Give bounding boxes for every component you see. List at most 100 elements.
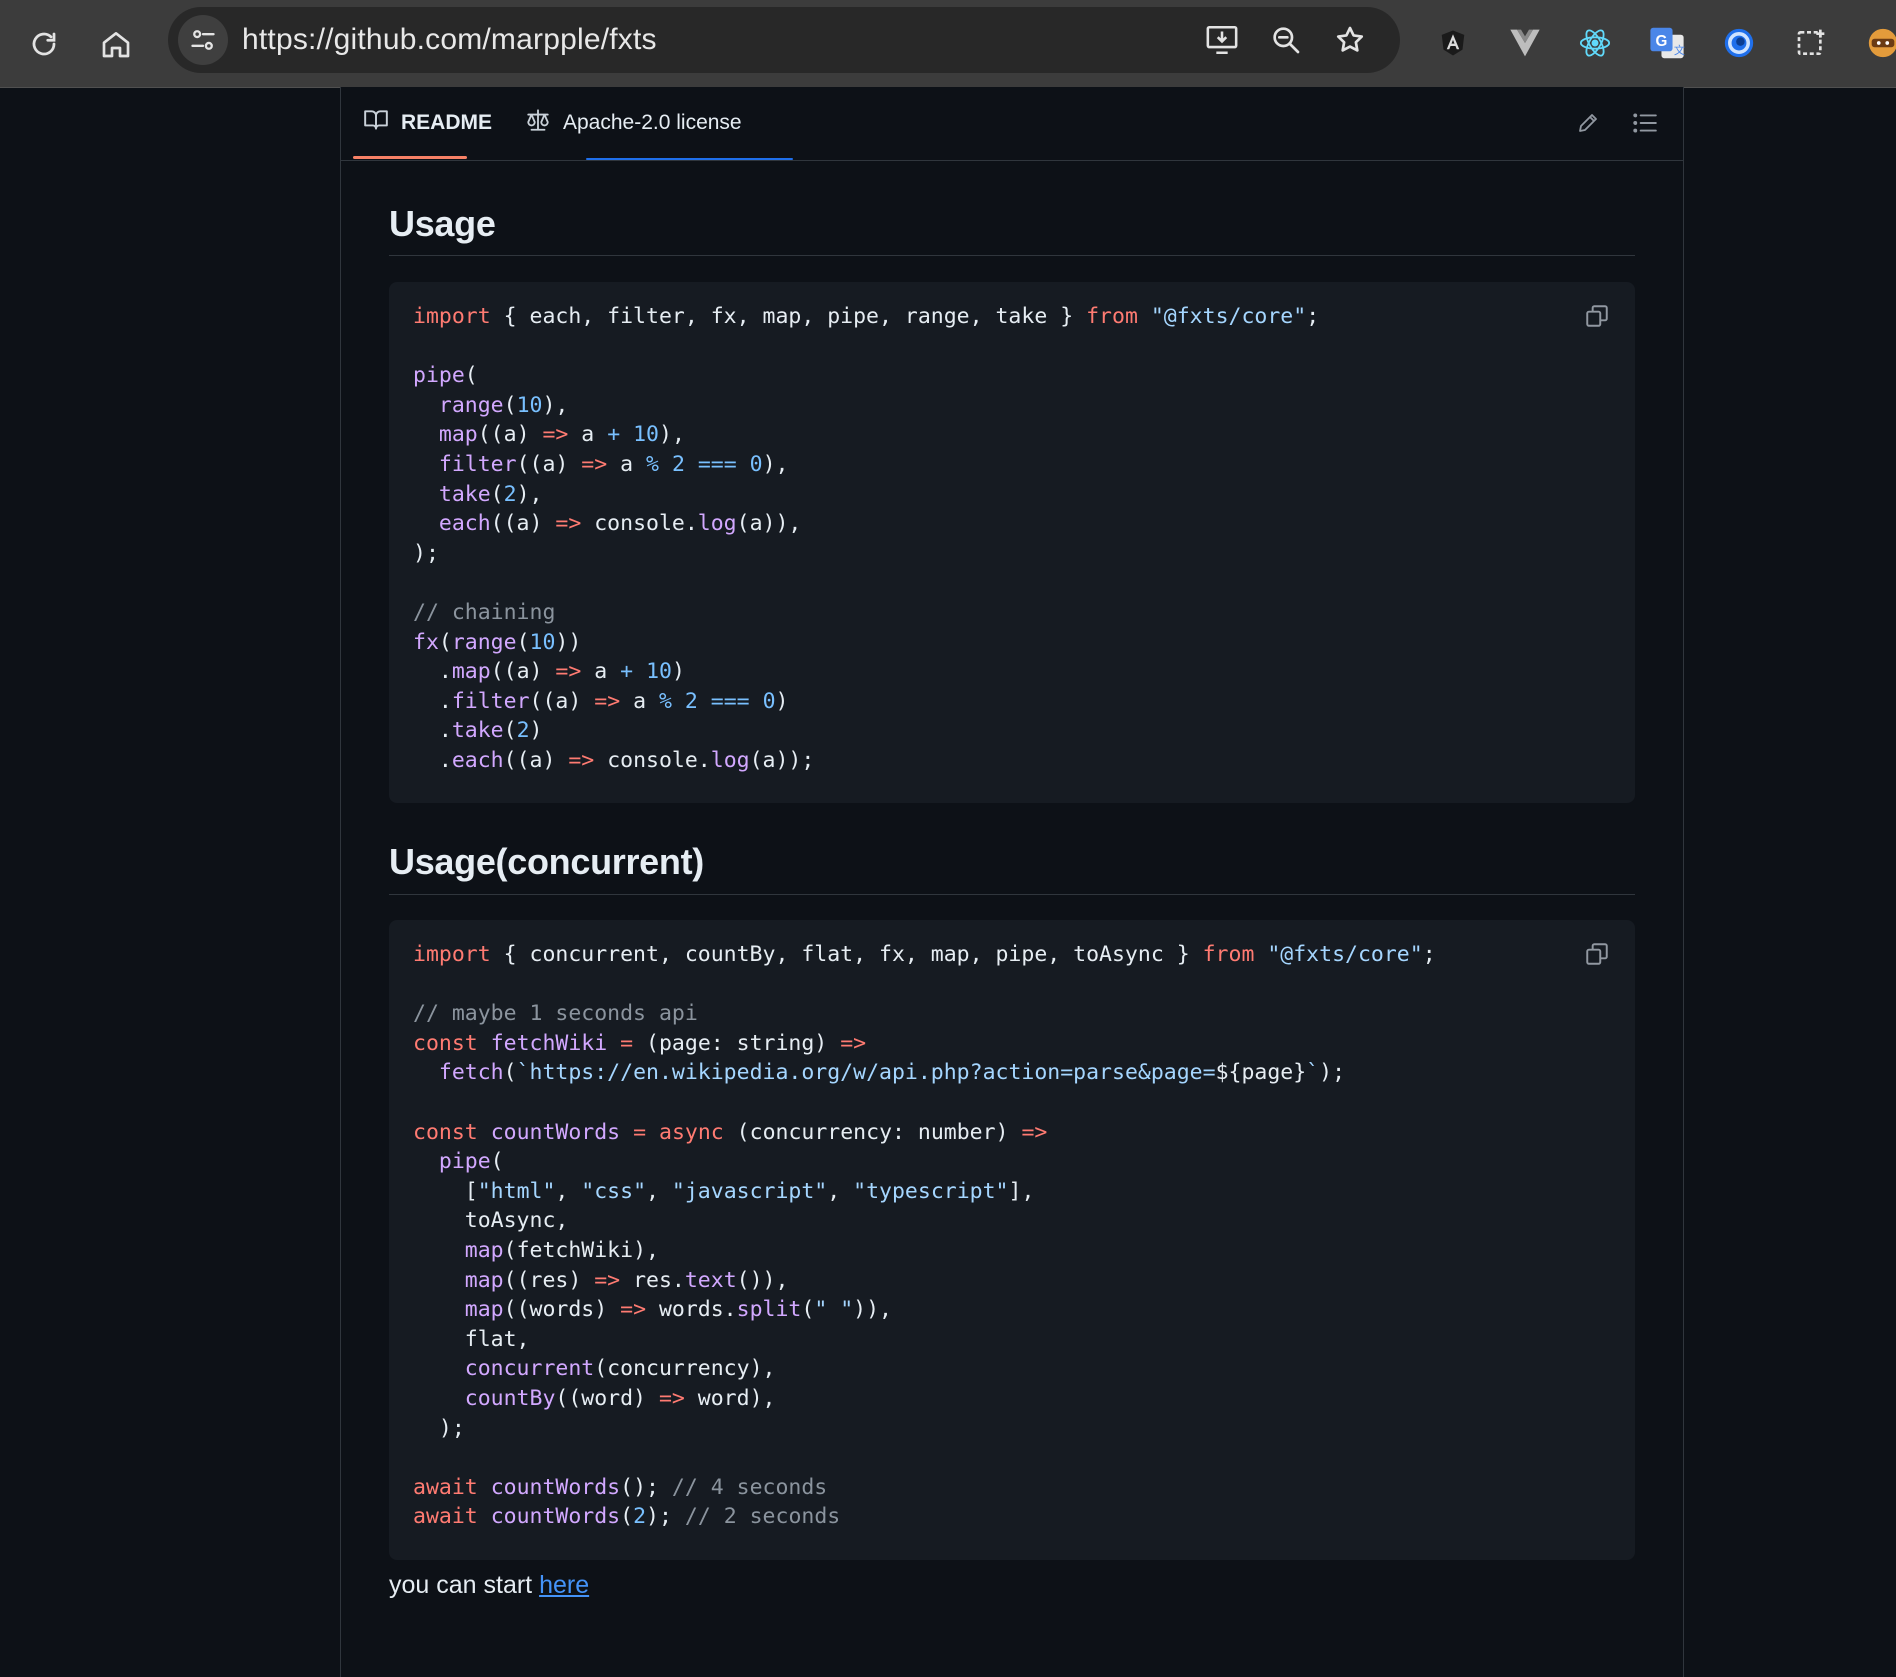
edit-pencil-icon[interactable]: [1568, 103, 1608, 143]
plain-token: (a)),: [736, 511, 802, 537]
plain-token: console.: [594, 747, 711, 773]
code-line: map((a) => a + 10),: [413, 420, 1319, 450]
keyword-token: =>: [594, 1267, 621, 1293]
plain-token: (: [464, 363, 478, 389]
function-token: countWords: [490, 1119, 621, 1145]
function-token: each: [438, 511, 491, 537]
plain-token: ,: [555, 1178, 582, 1204]
copy-code-icon[interactable]: [1579, 298, 1615, 334]
extension-avatar-icon[interactable]: [1860, 20, 1896, 66]
url-text[interactable]: https://github.com/marpple/fxts: [242, 7, 657, 73]
hover-tab-indicator: [586, 158, 793, 160]
extension-globe-icon[interactable]: [1716, 20, 1762, 66]
svg-text:G: G: [1656, 33, 1668, 50]
plain-token: );: [413, 540, 439, 566]
function-token: fx: [413, 629, 439, 655]
code-line: // maybe 1 seconds api: [413, 999, 1436, 1029]
tab-license[interactable]: Apache-2.0 license: [525, 87, 742, 159]
code-line: concurrent(concurrency),: [413, 1354, 1436, 1384]
number-token: 2: [633, 1504, 647, 1530]
plain-token: a: [607, 451, 647, 477]
number-token: 10: [646, 659, 672, 685]
zoom-icon[interactable]: [1262, 16, 1310, 64]
keyword-token: async: [659, 1119, 724, 1145]
site-settings-icon[interactable]: [178, 15, 228, 65]
string-token: `https://en.wikipedia.org/w/api.php?acti…: [516, 1060, 1216, 1086]
string-token: "typescript": [853, 1178, 1009, 1204]
tab-license-label: Apache-2.0 license: [563, 111, 742, 134]
function-token: take: [451, 718, 504, 744]
function-token: take: [438, 481, 491, 507]
code-block-usage: import { each, filter, fx, map, pipe, ra…: [389, 282, 1635, 803]
keyword-token: =>: [620, 1297, 647, 1323]
plain-token: a: [581, 659, 621, 685]
function-token: text: [684, 1267, 737, 1293]
react-devtools-icon[interactable]: [1572, 20, 1618, 66]
vue-devtools-icon[interactable]: [1502, 20, 1548, 66]
plain-token: )),: [853, 1297, 892, 1323]
number-token: 10: [529, 629, 556, 655]
active-tab-indicator: [353, 156, 467, 159]
comment-token: // maybe 1 seconds api: [413, 1001, 698, 1027]
home-icon[interactable]: [88, 16, 144, 72]
code-line: countBy((word) => word),: [413, 1384, 1436, 1414]
install-app-icon[interactable]: [1198, 16, 1246, 64]
code-line: map(fetchWiki),: [413, 1236, 1436, 1266]
plain-token: ((a): [529, 688, 595, 714]
keyword-token: import: [413, 942, 491, 967]
number-token: 0: [749, 451, 763, 477]
number-token: 2: [684, 688, 698, 714]
code-line: take(2),: [413, 480, 1319, 510]
outline-list-icon[interactable]: [1625, 103, 1665, 143]
plain-token: (: [503, 392, 517, 418]
section-heading-usage-concurrent: Usage(concurrent): [389, 841, 704, 882]
plain-token: .: [413, 718, 452, 744]
plain-token: ();: [620, 1474, 672, 1500]
google-translate-icon[interactable]: G文: [1644, 20, 1690, 66]
plain-token: ,: [827, 1178, 854, 1204]
keyword-token: =: [633, 1119, 647, 1145]
function-token: countWords: [490, 1504, 621, 1530]
plain-token: ()),: [736, 1267, 789, 1293]
heading-divider: [389, 255, 1635, 256]
number-token: +: [620, 659, 634, 685]
plain-token: ;: [1422, 942, 1436, 967]
plain-token: );: [413, 1415, 465, 1441]
number-token: ===: [710, 688, 750, 714]
angular-devtools-icon[interactable]: [1430, 20, 1476, 66]
keyword-token: =>: [542, 422, 569, 448]
readme-container: README Apache-2.0 license Usage import {…: [340, 87, 1684, 1677]
keyword-token: import: [413, 304, 491, 329]
plain-token: (a));: [749, 747, 815, 773]
screenshot-capture-icon[interactable]: [1788, 20, 1834, 66]
plain-token: { each, filter, fx, map, pipe, range, ta…: [490, 304, 1087, 329]
plain-token: ((a): [477, 422, 543, 448]
reload-icon[interactable]: [16, 16, 72, 72]
plain-token: (: [620, 1504, 634, 1530]
function-token: range: [451, 629, 517, 655]
function-token: pipe: [413, 363, 465, 389]
comment-token: // 2 seconds: [684, 1504, 841, 1530]
address-bar[interactable]: https://github.com/marpple/fxts: [168, 7, 1400, 73]
copy-code-icon[interactable]: [1579, 936, 1615, 972]
string-token: " ": [814, 1297, 854, 1323]
code-line: ["html", "css", "javascript", "typescrip…: [413, 1177, 1436, 1207]
bookmark-star-icon[interactable]: [1326, 16, 1374, 64]
plain-token: ((res): [503, 1267, 595, 1293]
tab-readme[interactable]: README: [363, 87, 492, 159]
number-token: 10: [516, 392, 543, 418]
string-token: "css": [581, 1178, 647, 1204]
here-link[interactable]: here: [539, 1571, 589, 1599]
code-line: );: [413, 1414, 1436, 1444]
function-token: filter: [451, 688, 530, 714]
